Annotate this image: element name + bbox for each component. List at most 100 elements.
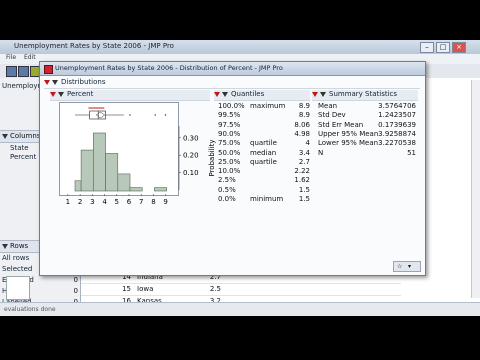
quantile-percent: 100.0% — [218, 102, 245, 110]
back-window-titlebar[interactable]: Unemployment Rates by State 2006 - JMP P… — [0, 40, 480, 55]
histogram-bar[interactable] — [93, 132, 106, 192]
table-row[interactable]: 15 Iowa 2.5 — [81, 284, 401, 296]
quantile-percent: 50.0% — [218, 148, 241, 157]
disclosure-icon[interactable] — [320, 91, 326, 97]
disclosure-icon[interactable] — [222, 91, 228, 97]
table-name[interactable]: Unemploym — [2, 82, 44, 90]
quantile-percent: 75.0% — [218, 139, 241, 148]
column-state[interactable]: State — [10, 144, 29, 152]
percent-outline[interactable]: Percent — [50, 90, 210, 101]
histogram-bar[interactable] — [74, 180, 82, 192]
summary-value: 1.2423507 — [378, 111, 416, 120]
x-tick-label: 5 — [115, 198, 119, 206]
window-tools-icon[interactable]: ☆ — [397, 263, 402, 270]
disclosure-icon[interactable] — [52, 79, 58, 85]
column-percent[interactable]: Percent — [10, 153, 36, 161]
graph-thumbnail[interactable] — [6, 276, 30, 300]
quantile-value: 4 — [305, 139, 310, 148]
row-state-count: 0 — [73, 276, 78, 284]
outlier-point[interactable] — [129, 114, 131, 116]
distribution-window: Unemployment Rates by State 2006 - Distr… — [39, 61, 426, 276]
menu-file[interactable]: File — [6, 54, 16, 61]
boxplot-box[interactable] — [89, 110, 106, 120]
x-tick-label: 6 — [127, 198, 132, 206]
quantile-row: 0.5% 1.5 — [218, 186, 310, 195]
quantile-percent: 0.5% — [218, 185, 236, 194]
back-window-title: Unemployment Rates by State 2006 - JMP P… — [14, 42, 174, 50]
quantile-percent: 90.0% — [218, 129, 241, 138]
quantile-label: minimum — [250, 195, 284, 203]
histogram-plot[interactable] — [59, 102, 179, 196]
x-axis: 123456789 — [66, 194, 168, 206]
summary-label: Upper 95% Mean — [318, 129, 379, 138]
status-bar: evaluations done — [0, 302, 480, 316]
summary-value: 0.1739639 — [378, 120, 416, 129]
row-state-label: All rows — [2, 254, 30, 262]
window-menu-icon[interactable]: ▾ — [408, 263, 411, 270]
collapse-icon[interactable] — [2, 244, 8, 249]
menu-edit[interactable]: Edit — [24, 54, 36, 61]
window-tools[interactable]: ☆ ▾ — [393, 261, 421, 272]
quantile-row: 97.5% 8.06 — [218, 121, 310, 130]
summary-label: Mean — [318, 102, 338, 110]
vertical-scrollbar[interactable] — [471, 80, 480, 298]
summary-row: Std Err Mean 0.1739639 — [318, 121, 416, 130]
maximize-button[interactable]: □ — [436, 42, 450, 53]
summary-row: Std Dev 1.2423507 — [318, 111, 416, 120]
red-triangle-menu-icon[interactable] — [50, 91, 56, 97]
outlier-point[interactable] — [154, 114, 156, 116]
save-icon[interactable] — [18, 66, 29, 77]
open-icon[interactable] — [6, 66, 17, 77]
minimize-button[interactable]: – — [420, 42, 434, 53]
summary-value: 3.9258874 — [378, 129, 416, 138]
summary-value: 3.2270538 — [378, 139, 416, 148]
x-tick-label: 4 — [102, 198, 107, 206]
close-button[interactable]: × — [452, 42, 466, 53]
summary-value: 51 — [407, 148, 416, 157]
probability-tick-label: 0.10 — [183, 169, 199, 177]
red-triangle-menu-icon[interactable] — [214, 91, 220, 97]
red-triangle-menu-icon[interactable] — [44, 79, 50, 85]
collapse-icon[interactable] — [2, 134, 8, 139]
summary-label: Lower 95% Mean — [318, 139, 379, 148]
probability-axis: 0.10 0.20 0.30 Probability — [178, 126, 216, 190]
quantile-row: 2.5% 1.62 — [218, 176, 310, 185]
distribution-window-title: Unemployment Rates by State 2006 - Distr… — [55, 64, 283, 72]
quantiles-outline[interactable]: Quantiles — [214, 90, 310, 101]
distributions-outline[interactable]: Distributions — [44, 78, 420, 89]
quantile-value: 1.62 — [294, 176, 310, 185]
x-tick-label: 7 — [139, 198, 143, 206]
probability-tick-label: 0.30 — [183, 134, 199, 142]
report-area: Distributions Percent 0.10 0.20 0.30 Probab… — [40, 76, 425, 275]
jmp-application: Unemployment Rates by State 2006 - JMP P… — [0, 40, 480, 316]
quantile-label: quartile — [250, 139, 277, 148]
summary-statistics-outline[interactable]: Summary Statistics — [312, 90, 418, 101]
histogram-bar[interactable] — [129, 187, 143, 192]
quantile-row: 100.0% maximum 8.9 — [218, 102, 310, 111]
quantile-value: 2.22 — [294, 167, 310, 176]
quantile-value: 8.9 — [298, 111, 310, 120]
red-triangle-menu-icon[interactable] — [312, 91, 318, 97]
x-tick-label: 8 — [151, 198, 155, 206]
quantile-percent: 25.0% — [218, 157, 241, 166]
quantile-value: 8.9 — [298, 102, 310, 110]
distribution-window-titlebar[interactable]: Unemployment Rates by State 2006 - Distr… — [40, 62, 425, 76]
histogram-bar[interactable] — [117, 173, 131, 192]
histogram-bar[interactable] — [154, 187, 167, 192]
quantile-value: 1.5 — [298, 195, 310, 203]
quantile-row: 99.5% 8.9 — [218, 111, 310, 120]
probability-tick-label: 0.20 — [183, 152, 199, 160]
x-tick-label: 2 — [78, 198, 82, 206]
quantile-label: quartile — [250, 157, 277, 166]
histogram-bar[interactable] — [80, 149, 94, 192]
x-tick-label: 1 — [66, 198, 70, 206]
summary-row: N 51 — [318, 149, 416, 158]
summary-label: Std Dev — [318, 111, 346, 120]
histogram-bar[interactable] — [105, 153, 119, 192]
jmp-icon — [44, 65, 53, 74]
outlier-point[interactable] — [164, 114, 167, 116]
quantile-value: 4.98 — [294, 129, 310, 138]
probability-axis-label: Probability — [208, 139, 216, 176]
quantile-percent: 97.5% — [218, 120, 241, 129]
disclosure-icon[interactable] — [58, 91, 64, 97]
